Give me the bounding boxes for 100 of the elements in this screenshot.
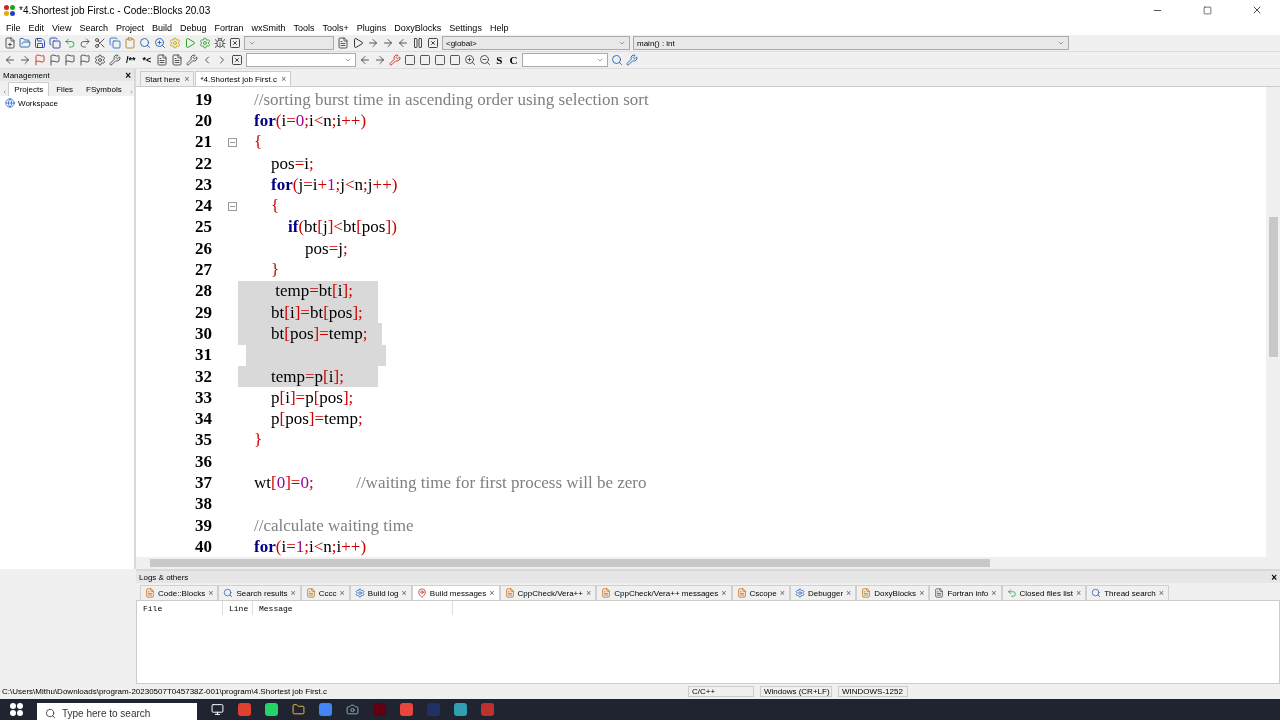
back-icon[interactable] xyxy=(4,54,16,66)
maximize-icon[interactable] xyxy=(1202,5,1212,15)
save-icon[interactable] xyxy=(34,37,46,49)
tree-item[interactable]: Workspace xyxy=(18,98,58,108)
document-icon[interactable] xyxy=(736,588,747,598)
menu-item[interactable]: Build xyxy=(147,22,176,33)
chevron-down-icon[interactable] xyxy=(618,39,626,47)
log-tab[interactable]: Thread search × xyxy=(1086,585,1170,600)
tab-close-button[interactable]: × xyxy=(280,74,287,84)
column-header[interactable]: Message xyxy=(253,601,453,615)
workspace-icon[interactable] xyxy=(5,98,15,108)
tab-close-button[interactable]: × xyxy=(779,588,785,598)
log-tab[interactable]: Debugger × xyxy=(789,585,857,600)
vertical-scrollbar[interactable] xyxy=(1266,87,1280,569)
editor-tab[interactable]: Start here × xyxy=(140,71,195,86)
scroll-left-icon[interactable] xyxy=(2,88,8,96)
bookmark-icon[interactable] xyxy=(34,54,46,66)
tab-close-button[interactable]: × xyxy=(585,588,592,598)
open-folder-icon[interactable] xyxy=(19,37,31,49)
menu-item[interactable]: Fortran xyxy=(210,22,248,33)
log-tab[interactable]: DoxyBlocks × xyxy=(856,585,930,600)
symbol-dropdown[interactable] xyxy=(522,53,609,67)
paste-icon[interactable] xyxy=(124,37,136,49)
log-tab[interactable]: CppCheck/Vera++ messages × xyxy=(596,585,732,600)
log-tab[interactable]: Cscope × xyxy=(731,585,790,600)
tab-close-button[interactable]: × xyxy=(919,588,925,598)
tab-close-button[interactable]: × xyxy=(290,588,296,598)
document-icon[interactable] xyxy=(504,588,515,598)
log-tab[interactable]: Build messages × xyxy=(411,585,500,600)
tab-close-button[interactable]: × xyxy=(991,588,997,598)
style-button[interactable]: C xyxy=(507,54,520,66)
chevron-down-icon[interactable] xyxy=(1057,39,1065,47)
column-header[interactable]: File xyxy=(137,601,223,615)
windows-logo-icon[interactable] xyxy=(10,703,23,716)
panel-tab[interactable]: Projects xyxy=(8,82,50,96)
log-tab[interactable]: Search results × xyxy=(218,585,301,600)
document-icon[interactable] xyxy=(305,588,316,598)
log-tab[interactable]: Code::Blocks × xyxy=(140,585,219,600)
forward-icon[interactable] xyxy=(19,54,31,66)
pause-icon[interactable] xyxy=(412,37,424,49)
tab-close-button[interactable]: × xyxy=(1158,588,1165,598)
menu-item[interactable]: Search xyxy=(75,22,112,33)
run-icon[interactable] xyxy=(184,37,196,49)
function-dropdown[interactable]: main() : int xyxy=(633,36,1069,50)
menu-item[interactable]: Debug xyxy=(175,22,211,33)
undo-icon[interactable] xyxy=(1006,588,1017,598)
menu-item[interactable]: Help xyxy=(485,22,513,33)
file-icon[interactable] xyxy=(934,588,945,598)
fold-marker[interactable] xyxy=(227,201,237,211)
log-tab[interactable]: Build log × xyxy=(349,585,412,600)
menu-item[interactable]: Edit xyxy=(24,22,49,33)
pin-icon[interactable] xyxy=(416,588,427,598)
menu-item[interactable]: Plugins xyxy=(352,22,391,33)
menu-item[interactable]: Tools xyxy=(289,22,319,33)
doc-comment-button[interactable]: /** xyxy=(124,55,138,65)
tab-close-button[interactable]: × xyxy=(401,588,407,598)
redo-icon[interactable] xyxy=(79,37,91,49)
tab-close-button[interactable]: × xyxy=(1075,588,1082,598)
menu-item[interactable]: Tools+ xyxy=(318,22,353,33)
close-button[interactable]: × xyxy=(125,69,131,81)
gear-icon[interactable] xyxy=(354,588,365,598)
tab-close-button[interactable]: × xyxy=(846,588,852,598)
close-button[interactable]: × xyxy=(1271,571,1277,583)
menu-item[interactable]: wxSmith xyxy=(247,22,290,33)
log-tab[interactable]: Closed files list × xyxy=(1001,585,1087,600)
gear-icon[interactable] xyxy=(794,588,805,598)
menu-item[interactable]: File xyxy=(2,22,25,33)
taskbar-search-field[interactable]: Type here to search xyxy=(37,703,197,720)
new-file-icon[interactable] xyxy=(4,37,16,49)
horizontal-scrollbar[interactable] xyxy=(136,557,1266,569)
document-icon[interactable] xyxy=(601,588,612,598)
column-header[interactable]: Line xyxy=(223,601,253,615)
scope-dropdown[interactable]: <global> xyxy=(442,36,630,50)
close-icon[interactable] xyxy=(1251,4,1263,16)
camera-icon[interactable] xyxy=(346,703,359,716)
zoom-in-icon[interactable] xyxy=(464,54,477,66)
search-icon[interactable] xyxy=(223,588,234,598)
folder-icon[interactable] xyxy=(292,703,305,716)
search-icon[interactable] xyxy=(1091,588,1102,598)
editor-tab[interactable]: *4.Shortest job First.c × xyxy=(195,71,292,86)
undo-icon[interactable] xyxy=(64,37,76,49)
menu-item[interactable]: Project xyxy=(111,22,148,33)
wrench-icon[interactable] xyxy=(109,54,121,66)
chevron-down-icon[interactable] xyxy=(344,56,353,64)
menu-item[interactable]: Settings xyxy=(445,22,486,33)
chevron-down-icon[interactable] xyxy=(248,39,256,47)
task-view-icon[interactable] xyxy=(211,703,224,716)
log-tab[interactable]: Cccc × xyxy=(300,585,350,600)
document-icon[interactable] xyxy=(861,588,872,598)
fold-marker[interactable] xyxy=(227,137,237,147)
menu-item[interactable]: View xyxy=(48,22,76,33)
tab-close-button[interactable]: × xyxy=(339,588,345,598)
menu-item[interactable]: DoxyBlocks xyxy=(390,22,446,33)
style-button[interactable]: S xyxy=(494,54,505,66)
tab-close-button[interactable]: × xyxy=(489,588,495,598)
search-icon[interactable] xyxy=(139,37,151,49)
doc-comment-button[interactable]: *< xyxy=(140,55,154,65)
tab-close-button[interactable]: × xyxy=(184,74,190,84)
log-tab[interactable]: Fortran info × xyxy=(929,585,1002,600)
tab-close-button[interactable]: × xyxy=(208,588,214,598)
